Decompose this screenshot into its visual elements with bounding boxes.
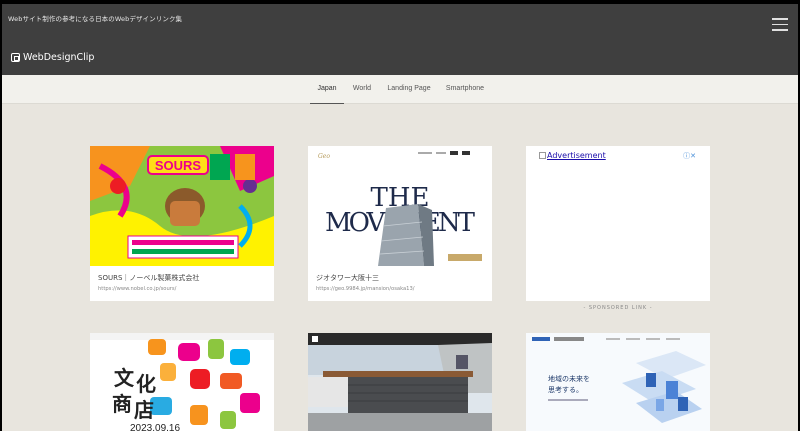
svg-text:店: 店 xyxy=(134,398,154,422)
tab-world[interactable]: World xyxy=(348,75,376,104)
svg-text:2023.09.16: 2023.09.16 xyxy=(130,423,180,431)
broken-image-icon xyxy=(539,152,546,159)
site-card[interactable] xyxy=(308,333,492,431)
tab-smartphone[interactable]: Smartphone xyxy=(442,75,488,104)
site-thumbnail[interactable]: Geo THE MOVEMENT xyxy=(308,146,492,266)
site-thumbnail[interactable]: 文 化 商 店 2023.09.16 xyxy=(90,333,274,431)
svg-text:商: 商 xyxy=(112,392,132,416)
card-url: https://www.nobel.co.jp/sours/ xyxy=(98,286,177,292)
advertisement[interactable]: Advertisement ⓘ✕ xyxy=(526,146,710,301)
sponsored-label: - SPONSORED LINK - xyxy=(583,305,653,311)
site-logo[interactable]: WebDesignClip xyxy=(11,52,94,63)
site-thumbnail[interactable]: 地域の未来を 思考する。 xyxy=(526,333,710,431)
hamburger-menu-icon[interactable] xyxy=(772,18,788,31)
thumb-text: 地域の未来を xyxy=(548,374,590,383)
thumb-text: 文 xyxy=(114,366,135,390)
logo-icon xyxy=(11,53,20,62)
svg-text:Geo: Geo xyxy=(318,153,330,160)
site-header: Webサイト制作の参考になる日本のWebデザインリンク集 WebDesignCl… xyxy=(2,4,798,75)
adchoices-icon[interactable]: ⓘ✕ xyxy=(683,151,696,161)
site-card[interactable]: 地域の未来を 思考する。 xyxy=(526,333,710,431)
card-title[interactable]: SOURS｜ノーベル製菓株式会社 xyxy=(98,273,199,283)
card-title[interactable]: ジオタワー大阪十三 xyxy=(316,273,379,283)
logo-text: WebDesignClip xyxy=(23,52,95,63)
site-thumbnail[interactable] xyxy=(308,333,492,431)
category-nav: Japan World Landing Page Smartphone xyxy=(2,75,798,104)
thumb-text: SOURS xyxy=(155,158,202,173)
site-card[interactable]: SOURS SOURS｜ノーベル製菓株式会社 https://www.nobel… xyxy=(90,146,274,301)
tab-landing-page[interactable]: Landing Page xyxy=(384,75,434,104)
site-card[interactable]: Geo THE MOVEMENT ジオタワー大阪十三 https://geo.9… xyxy=(308,146,492,301)
card-url: https://geo.9984.jp/mansion/osaka13/ xyxy=(316,286,415,292)
advertisement-link[interactable]: Advertisement xyxy=(539,151,606,160)
svg-text:化: 化 xyxy=(136,372,156,396)
site-thumbnail[interactable]: SOURS xyxy=(90,146,274,266)
tab-japan[interactable]: Japan xyxy=(310,75,344,104)
page: Webサイト制作の参考になる日本のWebデザインリンク集 WebDesignCl… xyxy=(2,4,798,431)
svg-text:思考する。: 思考する。 xyxy=(548,386,583,394)
site-tagline: Webサイト制作の参考になる日本のWebデザインリンク集 xyxy=(8,15,183,23)
site-card[interactable]: 文 化 商 店 2023.09.16 xyxy=(90,333,274,431)
